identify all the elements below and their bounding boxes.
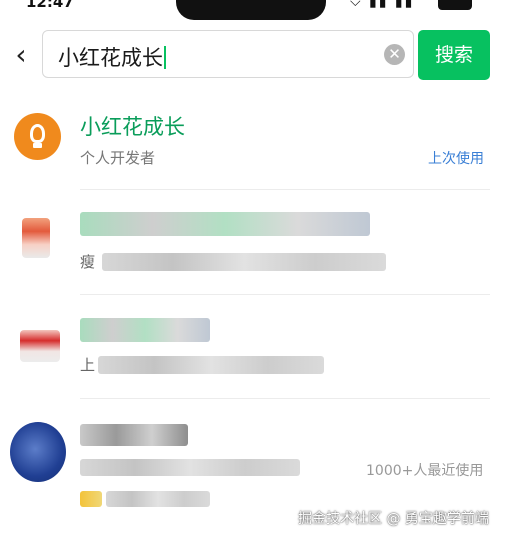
result-title: 小红花成长 bbox=[80, 115, 185, 139]
text-cursor bbox=[164, 46, 166, 69]
divider bbox=[80, 398, 490, 399]
app-logo bbox=[22, 218, 50, 258]
app-logo bbox=[20, 330, 60, 362]
recent-users-tag: 1000+人最近使用 bbox=[366, 463, 484, 479]
result-subtitle: 个人开发者 bbox=[80, 149, 156, 167]
back-arrow-icon[interactable]: ‹ bbox=[8, 40, 34, 70]
result-title-blurred bbox=[80, 212, 370, 236]
result-subtitle-blurred bbox=[98, 356, 324, 374]
status-time: 12:47 bbox=[26, 0, 74, 11]
camera-notch bbox=[176, 0, 326, 20]
result-subtitle-blurred bbox=[102, 253, 386, 271]
result-subtitle: 瘦 bbox=[80, 253, 96, 271]
last-used-tag: 上次使用 bbox=[428, 151, 484, 167]
search-button[interactable]: 搜索 bbox=[418, 30, 490, 80]
result-info-blurred bbox=[106, 491, 210, 507]
result-title-blurred bbox=[80, 424, 188, 446]
status-bar: 12:47 ⌵ ▮▮ ▮▮ bbox=[0, 0, 512, 22]
search-input[interactable]: 小红花成长 ✕ bbox=[42, 30, 414, 78]
result-title-blurred bbox=[80, 318, 210, 342]
result-subtitle: 上 bbox=[80, 356, 96, 374]
app-logo bbox=[10, 422, 66, 482]
rating-blurred bbox=[80, 491, 102, 507]
battery-icon bbox=[438, 0, 472, 10]
signal-icon: ⌵ ▮▮ ▮▮ bbox=[350, 0, 415, 10]
watermark: 掘金技术社区 @ 勇宝趣学前端 bbox=[298, 511, 489, 527]
result-subtitle-blurred bbox=[80, 459, 300, 476]
search-query: 小红花成长 bbox=[58, 42, 166, 72]
clear-icon[interactable]: ✕ bbox=[384, 44, 405, 65]
lightbulb-icon bbox=[14, 113, 61, 160]
divider bbox=[80, 189, 490, 190]
divider bbox=[80, 294, 490, 295]
